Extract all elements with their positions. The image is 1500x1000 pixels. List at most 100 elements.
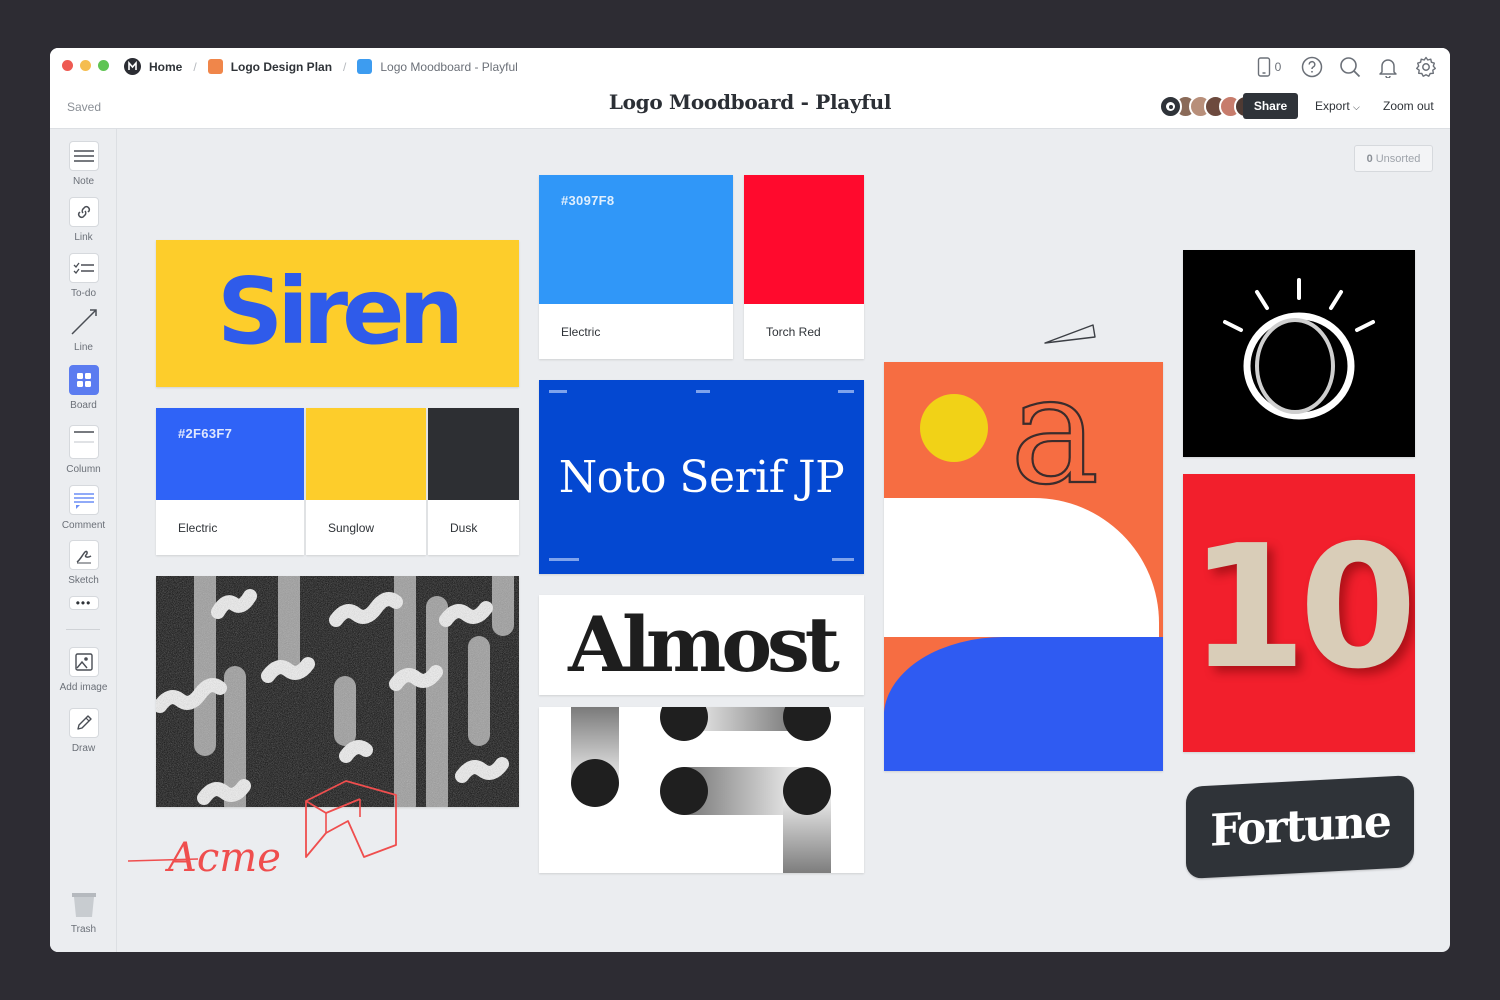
unsorted-button[interactable]: 0 Unsorted (1354, 145, 1433, 172)
color-swatch-dusk[interactable]: Dusk (428, 408, 519, 555)
gear-icon (1416, 56, 1436, 77)
note-icon (73, 150, 94, 162)
noto-serif-image-card[interactable]: Noto Serif JP (539, 380, 864, 574)
board-canvas[interactable]: 0 Unsorted Siren #2F63F7 Electric Sunglow… (118, 129, 1450, 952)
light-bulb-image-card[interactable] (1183, 250, 1415, 457)
dots-gradient-image (571, 707, 831, 873)
decorative-fine-print (549, 390, 854, 396)
sketch-icon (76, 550, 91, 564)
color-swatch-electric[interactable]: #2F63F7 Electric (156, 408, 304, 555)
close-dot[interactable] (62, 60, 73, 71)
share-button[interactable]: Share (1243, 93, 1298, 119)
avatar (1159, 95, 1182, 118)
wing-doodle (1044, 324, 1096, 344)
swatch-name: Torch Red (744, 304, 864, 359)
more-tools-box: ••• (68, 596, 99, 610)
tool-add-image[interactable]: Add image (50, 647, 117, 693)
tool-comment[interactable]: Comment (50, 485, 117, 531)
tool-note-box (68, 141, 99, 171)
color-swatch-torch-red[interactable]: Torch Red (744, 175, 864, 359)
tool-line[interactable]: Line (50, 307, 117, 353)
swatch-name: Electric (539, 304, 733, 359)
tool-todo[interactable]: To-do (50, 253, 117, 299)
help-button[interactable] (1300, 55, 1324, 79)
tool-label: To-do (70, 288, 96, 299)
tool-column[interactable]: Column (50, 425, 117, 475)
top-icons: 0 (1252, 55, 1438, 79)
swatch-hex: #2F63F7 (178, 426, 233, 441)
number-ten-image-card[interactable]: 10 (1183, 474, 1415, 752)
swatch-name: Sunglow (306, 500, 426, 555)
acme-handwritten-text: Acme (164, 835, 281, 881)
almost-image-card[interactable]: Almost (539, 595, 864, 695)
chevron-down-icon: ⌵ (1353, 102, 1360, 112)
minimize-dot[interactable] (80, 60, 91, 71)
milanote-logo-icon (124, 58, 141, 75)
sidebar-divider (66, 629, 100, 630)
maximize-dot[interactable] (98, 60, 109, 71)
tool-todo-box (68, 253, 99, 283)
tool-column-box (68, 425, 99, 459)
color-swatch-sunglow[interactable]: Sunglow (306, 408, 426, 555)
siren-image-card[interactable]: Siren (156, 240, 519, 387)
siren-logo-text: Siren (216, 258, 464, 365)
swatch-name: Dusk (428, 500, 519, 555)
mobile-device-button[interactable]: 0 (1252, 55, 1286, 79)
bell-icon (1379, 59, 1397, 78)
todo-icon (73, 262, 94, 274)
tool-draw-box (68, 708, 99, 738)
app-window: Home / Logo Design Plan / Logo Moodboard… (50, 48, 1450, 952)
search-button[interactable] (1338, 55, 1362, 79)
tool-link[interactable]: Link (50, 197, 117, 243)
tool-board[interactable]: Board (50, 365, 117, 411)
unsorted-count: 0 (1366, 152, 1373, 165)
letter-a-illustration-card[interactable]: a (884, 362, 1163, 771)
settings-button[interactable] (1414, 55, 1438, 79)
dots-gradient-image-card[interactable] (539, 707, 864, 873)
top-bar: Home / Logo Design Plan / Logo Moodboard… (50, 48, 1450, 129)
board-icon (76, 373, 91, 387)
export-menu[interactable]: Export ⌵ (1315, 99, 1360, 113)
window-controls (62, 60, 109, 71)
column-icon (73, 431, 94, 443)
tool-board-box (68, 365, 99, 395)
more-tools-button[interactable]: ••• (50, 596, 117, 615)
breadcrumb-current[interactable]: Logo Moodboard - Playful (357, 59, 518, 74)
tool-trash[interactable]: Trash (50, 889, 117, 935)
fortune-badge-card[interactable]: Fortune (1186, 775, 1414, 879)
breadcrumb-logo-design-plan[interactable]: Logo Design Plan (207, 59, 332, 74)
almost-text: Almost (568, 600, 840, 689)
tool-comment-box (68, 485, 99, 515)
noto-serif-text: Noto Serif JP (558, 452, 845, 503)
link-icon (77, 205, 90, 219)
unsorted-label: Unsorted (1375, 152, 1421, 165)
breadcrumb-label: Logo Moodboard - Playful (380, 59, 518, 74)
acme-sketch: Acme (128, 780, 397, 881)
device-count: 0 (1274, 60, 1282, 74)
help-icon (1301, 56, 1323, 78)
decorative-fine-print (549, 558, 854, 564)
zoom-out-button[interactable]: Zoom out (1383, 99, 1434, 113)
breadcrumb: Home / Logo Design Plan / Logo Moodboard… (124, 58, 518, 75)
tool-label: Line (74, 342, 93, 353)
tool-label: Sketch (68, 575, 99, 586)
tool-sketch[interactable]: Sketch (50, 540, 117, 586)
trash-icon (71, 893, 96, 917)
notifications-button[interactable] (1376, 55, 1400, 79)
search-icon (1340, 57, 1361, 78)
bulb-rings-image (1223, 278, 1375, 420)
tool-trash-box (69, 889, 99, 919)
tool-draw[interactable]: Draw (50, 708, 117, 754)
mobile-icon (1257, 57, 1270, 77)
swatch-name: Electric (156, 500, 304, 555)
color-swatch-electric-light[interactable]: #3097F8 Electric (539, 175, 733, 359)
comment-icon (73, 493, 94, 509)
tool-image-box (68, 647, 99, 677)
line-icon (70, 309, 97, 335)
tool-note[interactable]: Note (50, 141, 117, 187)
breadcrumb-home[interactable]: Home (124, 58, 182, 75)
tool-label: Draw (71, 743, 96, 754)
tool-label: Note (72, 176, 95, 187)
tool-label: Add image (59, 682, 108, 693)
tool-label: Link (74, 232, 93, 243)
